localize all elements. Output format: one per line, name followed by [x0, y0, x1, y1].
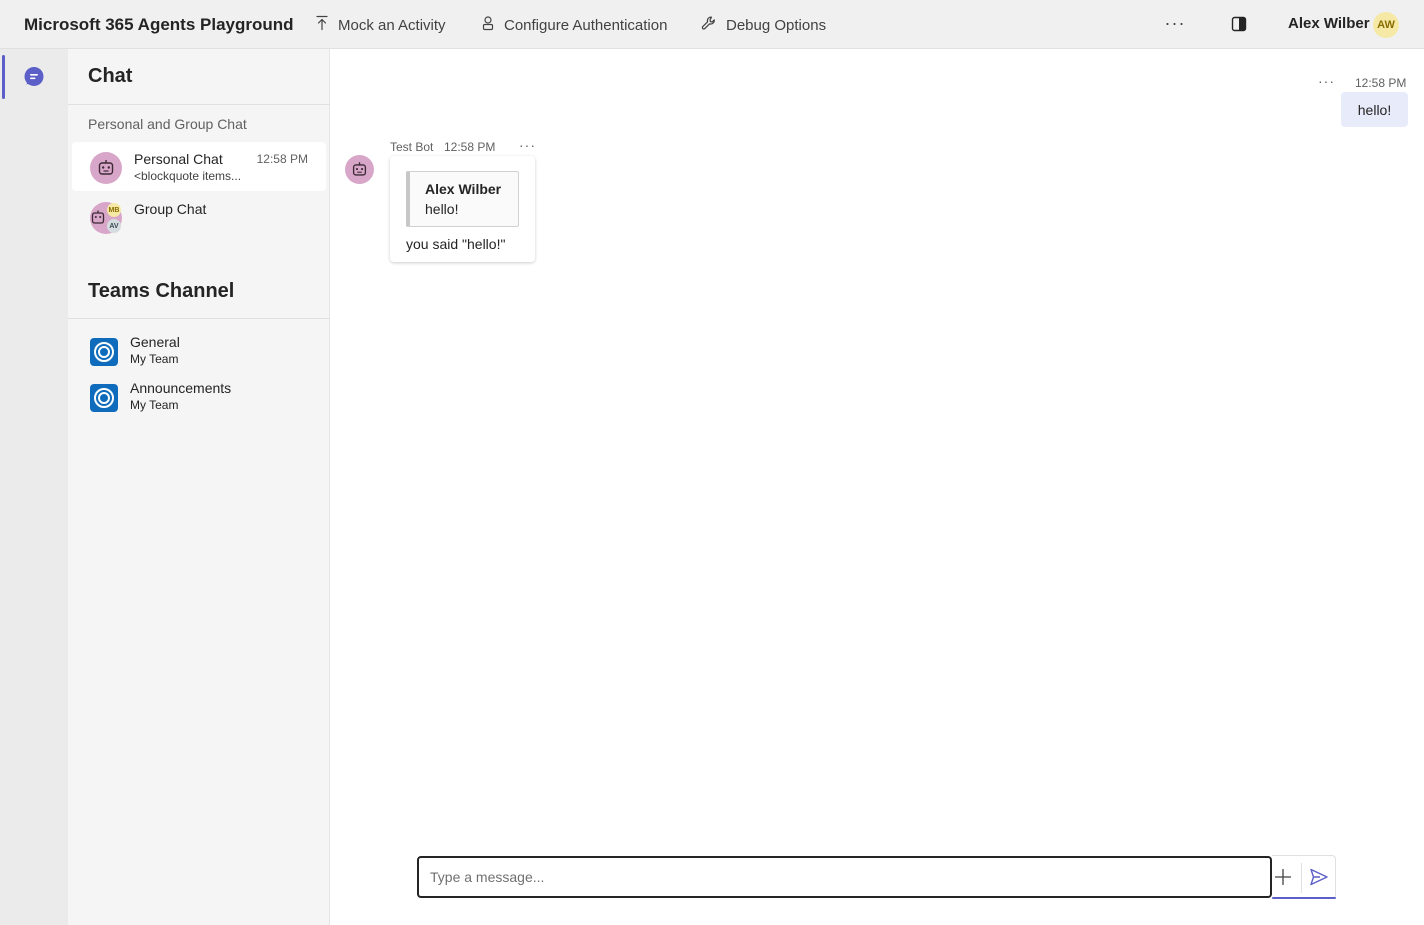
- bot-icon: [345, 155, 374, 184]
- app-title: Microsoft 365 Agents Playground: [24, 15, 294, 34]
- channel-icon: [90, 338, 118, 366]
- channel-item-general[interactable]: General My Team: [72, 332, 326, 376]
- channel-title: General: [130, 334, 180, 350]
- side-panel-icon[interactable]: [1229, 14, 1249, 34]
- add-icon[interactable]: [1272, 866, 1294, 888]
- chat-item-preview: <blockquote items...: [134, 169, 242, 183]
- divider: [68, 318, 330, 319]
- mock-activity-label: Mock an Activity: [338, 16, 446, 34]
- mock-activity-button[interactable]: Mock an Activity: [315, 14, 446, 36]
- message-time: 12:58 PM: [1355, 76, 1407, 90]
- composer-tools: [1272, 855, 1336, 899]
- configure-authentication-label: Configure Authentication: [504, 16, 668, 34]
- message-time: 12:58 PM: [444, 140, 496, 154]
- composer-focus-underline: [1272, 897, 1336, 899]
- send-icon[interactable]: [1308, 866, 1330, 888]
- channel-team: My Team: [130, 352, 179, 366]
- chat-icon[interactable]: [22, 65, 46, 89]
- message-more-icon[interactable]: ···: [519, 137, 536, 153]
- chat-item-title: Group Chat: [134, 201, 207, 217]
- chat-item-title: Personal Chat: [134, 151, 223, 167]
- divider: [68, 104, 330, 105]
- user-name: Alex Wilber: [1288, 15, 1370, 32]
- sidebar: Chat Personal and Group Chat Personal Ch…: [68, 49, 330, 925]
- section-label: Personal and Group Chat: [88, 116, 247, 132]
- user-avatar[interactable]: AW: [1373, 12, 1399, 38]
- teams-channel-heading: Teams Channel: [88, 280, 235, 302]
- message-input[interactable]: [417, 856, 1272, 898]
- quote-text: hello!: [425, 201, 459, 217]
- channel-team: My Team: [130, 398, 179, 412]
- more-icon[interactable]: ···: [1164, 10, 1186, 38]
- quoted-message: Alex Wilber hello!: [406, 171, 519, 227]
- conversation-pane: ··· 12:58 PM hello! Test Bot 12:58 PM ··…: [330, 49, 1424, 925]
- person-lock-icon: [481, 15, 495, 35]
- app-rail: [0, 49, 68, 925]
- quote-author: Alex Wilber: [425, 181, 502, 197]
- message-composer: [417, 855, 1337, 901]
- message-more-icon[interactable]: ···: [1318, 73, 1335, 89]
- debug-options-label: Debug Options: [726, 16, 827, 34]
- top-bar: Microsoft 365 Agents Playground Mock an …: [0, 0, 1424, 49]
- user-message-text: hello!: [1357, 101, 1392, 118]
- user-message-bubble[interactable]: hello!: [1341, 92, 1408, 127]
- upload-icon: [315, 15, 329, 35]
- chat-heading: Chat: [88, 65, 133, 87]
- member-avatar: AV: [107, 219, 121, 233]
- bot-icon: [90, 152, 122, 184]
- channel-title: Announcements: [130, 380, 232, 396]
- chat-item-time: 12:58 PM: [256, 152, 308, 166]
- channel-icon: [90, 384, 118, 412]
- bot-sender-name: Test Bot: [390, 140, 434, 154]
- rail-active-indicator: [2, 55, 5, 99]
- configure-authentication-button[interactable]: Configure Authentication: [481, 14, 667, 36]
- group-avatar: MB AV: [90, 202, 124, 234]
- channel-item-announcements[interactable]: Announcements My Team: [72, 378, 326, 422]
- debug-options-button[interactable]: Debug Options: [701, 14, 826, 36]
- bot-message-bubble[interactable]: Alex Wilber hello! you said "hello!": [390, 156, 535, 262]
- divider: [1301, 863, 1302, 893]
- bot-message-text: you said "hello!": [406, 236, 506, 252]
- chat-item-personal[interactable]: Personal Chat <blockquote items... 12:58…: [72, 142, 326, 191]
- member-avatar: MB: [107, 203, 121, 217]
- chat-item-group[interactable]: MB AV Group Chat: [72, 192, 326, 241]
- wrench-icon: [701, 15, 717, 35]
